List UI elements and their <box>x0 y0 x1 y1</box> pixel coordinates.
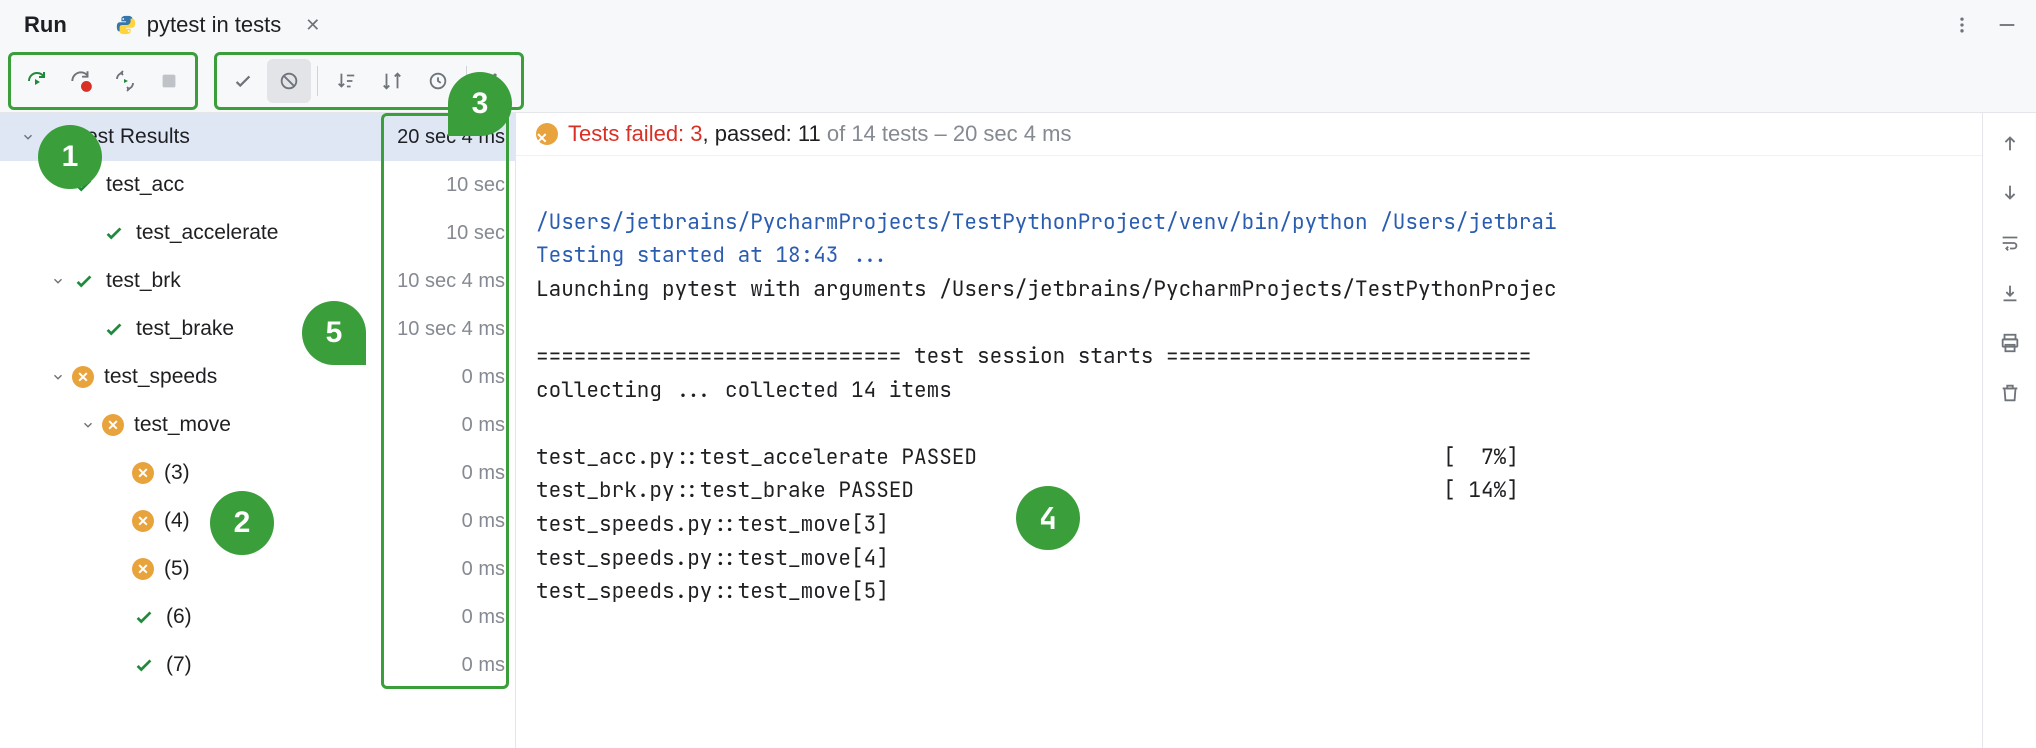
tree-item-duration: 10 sec <box>395 222 505 245</box>
separator <box>317 66 318 96</box>
console-panel: Tests failed: 3, passed: 11 of 14 tests … <box>516 113 1982 748</box>
tree-item-duration: 0 ms <box>395 510 505 533</box>
tree-item[interactable]: (5)0 ms <box>0 545 515 593</box>
test-summary: Tests failed: 3, passed: 11 of 14 tests … <box>516 113 1982 156</box>
tree-item-label: (5) <box>164 557 395 581</box>
rerun-group <box>8 52 198 110</box>
tree-item-duration: 0 ms <box>395 558 505 581</box>
fail-icon <box>536 123 558 145</box>
down-arrow-icon[interactable] <box>1992 175 2028 211</box>
window-header-actions <box>1952 14 2024 36</box>
tree-item[interactable]: test_speeds0 ms <box>0 353 515 401</box>
chevron-down-icon[interactable] <box>48 370 68 384</box>
chevron-down-icon[interactable] <box>48 274 68 288</box>
test-tree[interactable]: est Results 20 sec 4 ms test_acc10 secte… <box>0 113 516 748</box>
pass-icon <box>102 317 126 341</box>
tree-item[interactable]: test_accelerate10 sec <box>0 209 515 257</box>
callout-3: 3 <box>448 72 512 136</box>
tree-item-duration: 0 ms <box>395 654 505 677</box>
fail-icon <box>132 558 154 580</box>
tree-item-duration: 10 sec <box>395 174 505 197</box>
tool-window-title: Run <box>24 12 67 38</box>
body: est Results 20 sec 4 ms test_acc10 secte… <box>0 112 2036 748</box>
close-tab-icon[interactable]: ✕ <box>305 15 320 36</box>
pass-icon <box>132 653 156 677</box>
tree-item[interactable]: (7)0 ms <box>0 641 515 689</box>
expand-all-button[interactable] <box>370 59 414 103</box>
scroll-to-end-icon[interactable] <box>1992 275 2028 311</box>
fail-icon <box>102 414 124 436</box>
console-gutter <box>1982 113 2036 748</box>
pass-icon <box>102 221 126 245</box>
tree-item-duration: 0 ms <box>395 462 505 485</box>
pass-icon <box>132 605 156 629</box>
pass-icon <box>72 269 96 293</box>
fail-icon <box>132 462 154 484</box>
callout-5: 5 <box>302 301 366 365</box>
trash-icon[interactable] <box>1992 375 2028 411</box>
sort-button[interactable] <box>324 59 368 103</box>
console-output[interactable]: /Users/jetbrains/PycharmProjects/TestPyt… <box>516 156 1982 748</box>
tree-item-duration: 0 ms <box>395 606 505 629</box>
test-toolbar: 3 <box>0 50 2036 112</box>
tree-item-label: test_acc <box>106 173 395 197</box>
tree-item-label: (3) <box>164 461 395 485</box>
tree-item[interactable]: test_move0 ms <box>0 401 515 449</box>
fail-icon <box>72 366 94 388</box>
tree-item[interactable]: (6)0 ms <box>0 593 515 641</box>
header: Run pytest in tests ✕ <box>0 0 2036 50</box>
chevron-down-icon[interactable] <box>18 130 38 144</box>
tree-item[interactable]: test_brake10 sec 4 ms <box>0 305 515 353</box>
python-icon <box>115 14 137 36</box>
tree-item-label: test_brk <box>106 269 395 293</box>
tree-item-duration: 10 sec 4 ms <box>395 318 505 341</box>
tree-item-label: (6) <box>166 605 395 629</box>
show-ignored-button[interactable] <box>267 59 311 103</box>
tree-item-label: test_speeds <box>104 365 395 389</box>
callout-1: 1 <box>38 125 102 189</box>
tree-item-label: test_accelerate <box>136 221 395 245</box>
rerun-failed-button[interactable] <box>59 59 103 103</box>
tree-item-duration: 0 ms <box>395 414 505 437</box>
soft-wrap-icon[interactable] <box>1992 225 2028 261</box>
stop-button[interactable] <box>147 59 191 103</box>
chevron-down-icon[interactable] <box>78 418 98 432</box>
show-passed-button[interactable] <box>221 59 265 103</box>
tree-item-duration: 0 ms <box>395 366 505 389</box>
tree-item-label: (4) <box>164 509 395 533</box>
fail-icon <box>132 510 154 532</box>
print-icon[interactable] <box>1992 325 2028 361</box>
tree-item-label: (7) <box>166 653 395 677</box>
rerun-button[interactable] <box>15 59 59 103</box>
toggle-auto-test-button[interactable] <box>103 59 147 103</box>
run-tool-window: Run pytest in tests ✕ <box>0 0 2036 748</box>
more-icon[interactable] <box>1952 15 1972 35</box>
tree-item[interactable]: (3)0 ms <box>0 449 515 497</box>
tree-item-label: test_move <box>134 413 395 437</box>
console-result-lines: test_acc.py::test_accelerate PASSED [ 7%… <box>536 441 1962 609</box>
callout-2: 2 <box>210 491 274 555</box>
minimize-icon[interactable] <box>1996 14 2018 36</box>
up-arrow-icon[interactable] <box>1992 125 2028 161</box>
tree-item-duration: 10 sec 4 ms <box>395 270 505 293</box>
tab-label: pytest in tests <box>147 12 282 38</box>
callout-4: 4 <box>1016 486 1080 550</box>
tree-item[interactable]: test_brk10 sec 4 ms <box>0 257 515 305</box>
run-tab[interactable]: pytest in tests ✕ <box>115 12 321 38</box>
